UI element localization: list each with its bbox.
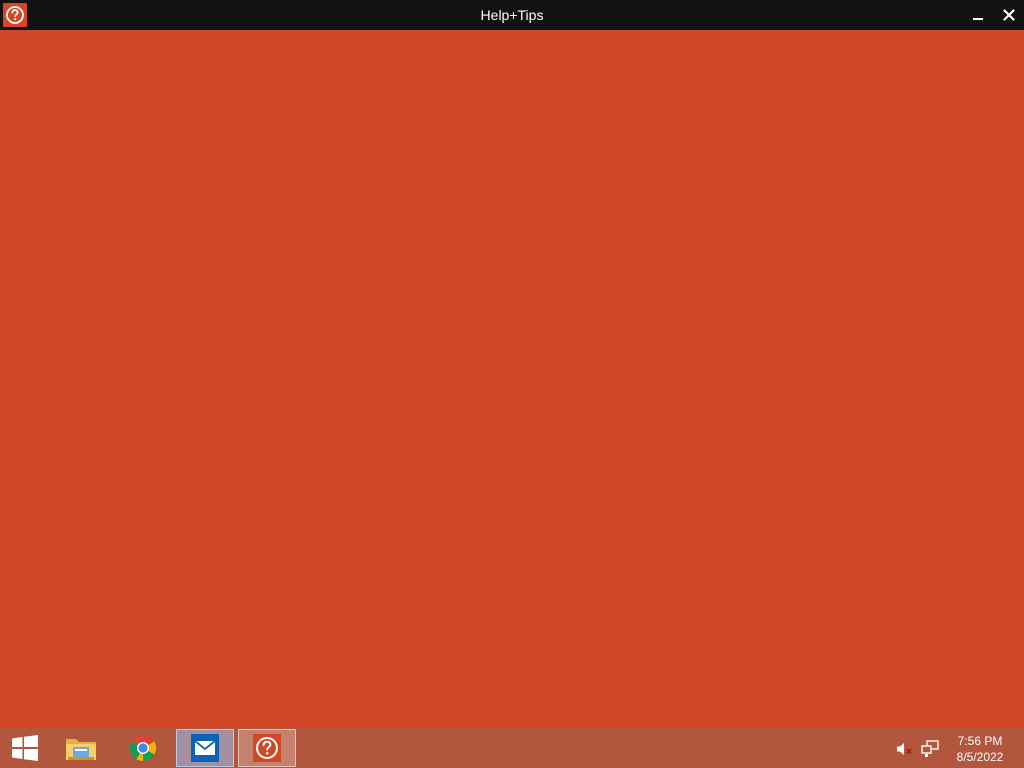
desktop-screen: Help+Tips 7:56 PM 8/5/2022 — [0, 0, 1024, 768]
volume-muted-icon[interactable] — [895, 740, 913, 758]
windows-logo-icon — [12, 735, 38, 761]
help-question-icon[interactable] — [3, 3, 27, 27]
app-content-area — [0, 30, 1024, 728]
clock-date: 8/5/2022 — [956, 750, 1004, 764]
close-icon — [1003, 9, 1015, 21]
taskbar — [0, 728, 1024, 768]
minimize-icon — [973, 18, 983, 20]
taskbar-chrome[interactable] — [114, 729, 172, 767]
window-title: Help+Tips — [480, 7, 544, 23]
help-question-icon — [253, 734, 281, 762]
taskbar-help-tips[interactable] — [238, 729, 296, 767]
chrome-icon — [129, 735, 157, 762]
start-button[interactable] — [0, 729, 50, 767]
taskbar-mail[interactable] — [176, 729, 234, 767]
close-button[interactable] — [994, 0, 1024, 30]
minimize-button[interactable] — [963, 0, 993, 30]
folder-icon — [66, 739, 96, 760]
mail-icon — [191, 734, 219, 762]
title-bar[interactable]: Help+Tips — [0, 0, 1024, 30]
taskbar-file-explorer[interactable] — [52, 729, 110, 767]
clock-time: 7:56 PM — [957, 734, 1003, 748]
network-icon[interactable] — [920, 739, 940, 759]
system-clock[interactable]: 7:56 PM 8/5/2022 — [948, 733, 1012, 767]
